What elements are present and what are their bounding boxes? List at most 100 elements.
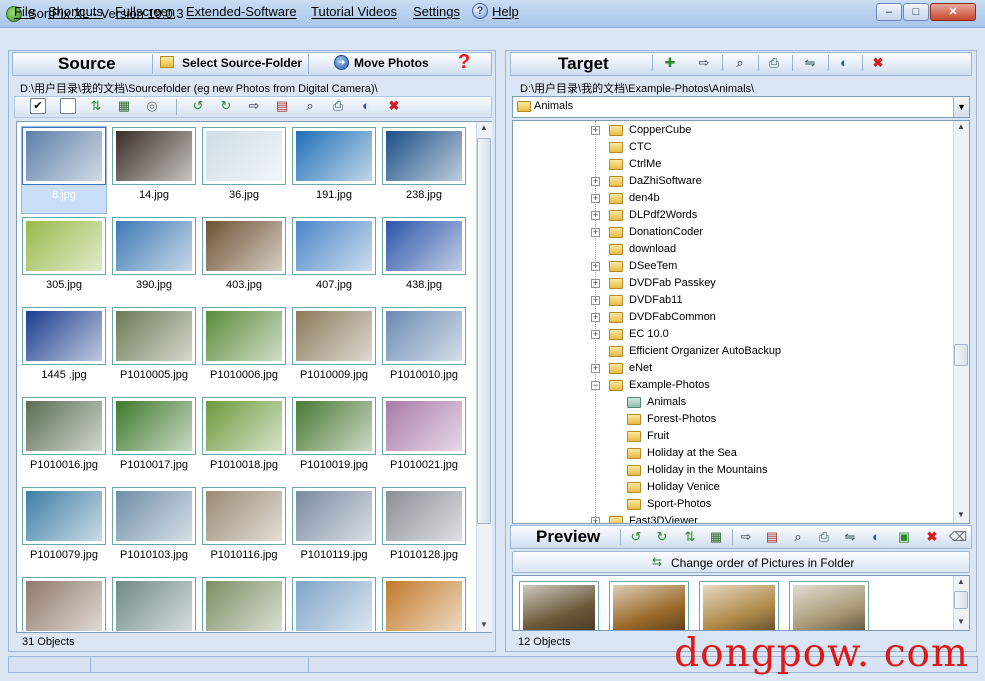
- thumbnail-frame[interactable]: [22, 307, 106, 365]
- thumbnail-item[interactable]: P1010016.jpg: [22, 397, 106, 483]
- select-source-folder-button[interactable]: Select Source-Folder: [182, 56, 302, 70]
- menu-extended-software[interactable]: Extended-Software: [186, 4, 297, 19]
- sound-icon[interactable]: ◎: [142, 97, 162, 115]
- expand-icon[interactable]: +: [591, 296, 600, 305]
- thumbnail-frame[interactable]: [292, 127, 376, 185]
- thumbnail-frame[interactable]: [112, 397, 196, 455]
- scroll-up-arrow-icon[interactable]: ▲: [954, 122, 968, 131]
- expand-icon[interactable]: +: [591, 364, 600, 373]
- move-icon[interactable]: ⇨: [736, 528, 756, 546]
- tree-folder-item[interactable]: Fruit: [647, 428, 669, 445]
- clear-icon[interactable]: ⌫: [948, 528, 968, 546]
- preview-thumbnail[interactable]: [519, 581, 599, 630]
- expand-icon[interactable]: +: [591, 177, 600, 186]
- expand-icon[interactable]: +: [591, 228, 600, 237]
- tree-folder-item[interactable]: DaZhiSoftware: [629, 173, 702, 190]
- thumbnail-frame[interactable]: [202, 217, 286, 275]
- select-all-icon[interactable]: ✔: [30, 98, 46, 114]
- sort-icon[interactable]: ⇅: [86, 97, 106, 115]
- folder-dropdown[interactable]: [512, 96, 970, 118]
- frame-icon[interactable]: ▣: [894, 528, 914, 546]
- thumbnail-item[interactable]: P1010021.jpg: [382, 397, 466, 483]
- thumbnail-item[interactable]: 36.jpg: [202, 127, 286, 213]
- undo-icon[interactable]: ◐: [866, 528, 886, 546]
- thumbnail-frame[interactable]: [292, 577, 376, 631]
- thumbnail-frame[interactable]: [202, 307, 286, 365]
- tree-folder-item[interactable]: eNet: [629, 360, 652, 377]
- thumbnail-item[interactable]: [382, 577, 466, 631]
- thumbnail-item[interactable]: 8.jpg: [21, 126, 107, 214]
- undo-icon[interactable]: ◐: [834, 54, 854, 72]
- thumbnail-item[interactable]: 403.jpg: [202, 217, 286, 303]
- expand-icon[interactable]: +: [591, 211, 600, 220]
- tree-scrollbar[interactable]: [953, 121, 969, 523]
- thumbnail-item[interactable]: 438.jpg: [382, 217, 466, 303]
- tree-folder-item[interactable]: Example-Photos: [629, 377, 710, 394]
- search-icon[interactable]: ⌕: [730, 54, 750, 72]
- delete-icon[interactable]: ✖: [384, 97, 404, 115]
- thumbnail-item[interactable]: [22, 577, 106, 631]
- tree-folder-item[interactable]: Animals: [647, 394, 686, 411]
- tree-folder-item[interactable]: DLPdf2Words: [629, 207, 697, 224]
- expand-icon[interactable]: +: [591, 126, 600, 135]
- help-question-icon[interactable]: ?: [458, 51, 470, 74]
- scroll-thumb[interactable]: [954, 344, 968, 366]
- preview-thumbnail[interactable]: [609, 581, 689, 630]
- thumbnail-item[interactable]: 238.jpg: [382, 127, 466, 213]
- thumbnail-item[interactable]: [292, 577, 376, 631]
- thumbnail-frame[interactable]: [382, 487, 466, 545]
- thumbnail-item[interactable]: P1010128.jpg: [382, 487, 466, 573]
- tree-folder-item[interactable]: Sport-Photos: [647, 496, 711, 513]
- thumbnail-frame[interactable]: [202, 397, 286, 455]
- scroll-down-arrow-icon[interactable]: ▼: [954, 510, 968, 519]
- tree-folder-item[interactable]: download: [629, 241, 676, 258]
- thumbnail-item[interactable]: [112, 577, 196, 631]
- thumbnail-frame[interactable]: [202, 577, 286, 631]
- menu-settings[interactable]: Settings: [413, 4, 460, 19]
- scroll-up-arrow-icon[interactable]: ▲: [954, 577, 968, 586]
- thumbnail-frame[interactable]: [112, 217, 196, 275]
- help-icon[interactable]: ?: [472, 3, 488, 19]
- tree-folder-item[interactable]: DonationCoder: [629, 224, 703, 241]
- thumbnail-item[interactable]: P1010103.jpg: [112, 487, 196, 573]
- thumbnail-frame[interactable]: [112, 487, 196, 545]
- tree-folder-item[interactable]: DVDFabCommon: [629, 309, 716, 326]
- select-none-icon[interactable]: [60, 98, 76, 114]
- thumbnail-item[interactable]: P1010116.jpg: [202, 487, 286, 573]
- thumbnail-frame[interactable]: [22, 217, 106, 275]
- thumbnail-frame[interactable]: [112, 127, 196, 185]
- tree-folder-item[interactable]: Holiday at the Sea: [647, 445, 737, 462]
- minimize-button[interactable]: ‒: [876, 3, 902, 21]
- tree-folder-item[interactable]: Holiday in the Mountains: [647, 462, 767, 479]
- grid-view-icon[interactable]: ▦: [114, 97, 134, 115]
- delete-icon[interactable]: ✖: [868, 54, 888, 72]
- thumbnail-item[interactable]: P1010079.jpg: [22, 487, 106, 573]
- rotate-left-icon[interactable]: ↺: [188, 97, 208, 115]
- tree-folder-item[interactable]: CtrlMe: [629, 156, 661, 173]
- thumbnail-item[interactable]: P1010006.jpg: [202, 307, 286, 393]
- rotate-right-icon[interactable]: ↻: [216, 97, 236, 115]
- expand-icon[interactable]: +: [591, 517, 600, 523]
- scroll-down-arrow-icon[interactable]: ▼: [954, 617, 968, 626]
- search-icon[interactable]: ⌕: [300, 97, 320, 115]
- scroll-thumb[interactable]: [954, 591, 968, 609]
- thumbnail-frame[interactable]: [382, 307, 466, 365]
- scroll-down-arrow-icon[interactable]: ▼: [477, 620, 491, 629]
- thumbnail-frame[interactable]: [292, 487, 376, 545]
- expand-icon[interactable]: +: [591, 313, 600, 322]
- move-icon[interactable]: ⇨: [244, 97, 264, 115]
- print-icon[interactable]: ⎙: [814, 528, 834, 546]
- tree-folder-item[interactable]: Efficient Organizer AutoBackup: [629, 343, 781, 360]
- thumbnail-item[interactable]: 390.jpg: [112, 217, 196, 303]
- document-icon[interactable]: ▤: [272, 97, 292, 115]
- menu-shortcuts[interactable]: Shortcuts: [48, 4, 103, 19]
- thumbnail-item[interactable]: 14.jpg: [112, 127, 196, 213]
- scroll-up-arrow-icon[interactable]: ▲: [477, 123, 491, 132]
- expand-icon[interactable]: +: [591, 330, 600, 339]
- undo-icon[interactable]: ◐: [356, 97, 376, 115]
- thumbnail-frame[interactable]: [382, 217, 466, 275]
- menu-file[interactable]: File: [14, 4, 35, 19]
- collapse-icon[interactable]: −: [591, 381, 600, 390]
- tree-folder-item[interactable]: DVDFab11: [629, 292, 683, 309]
- thumbnail-item[interactable]: 305.jpg: [22, 217, 106, 303]
